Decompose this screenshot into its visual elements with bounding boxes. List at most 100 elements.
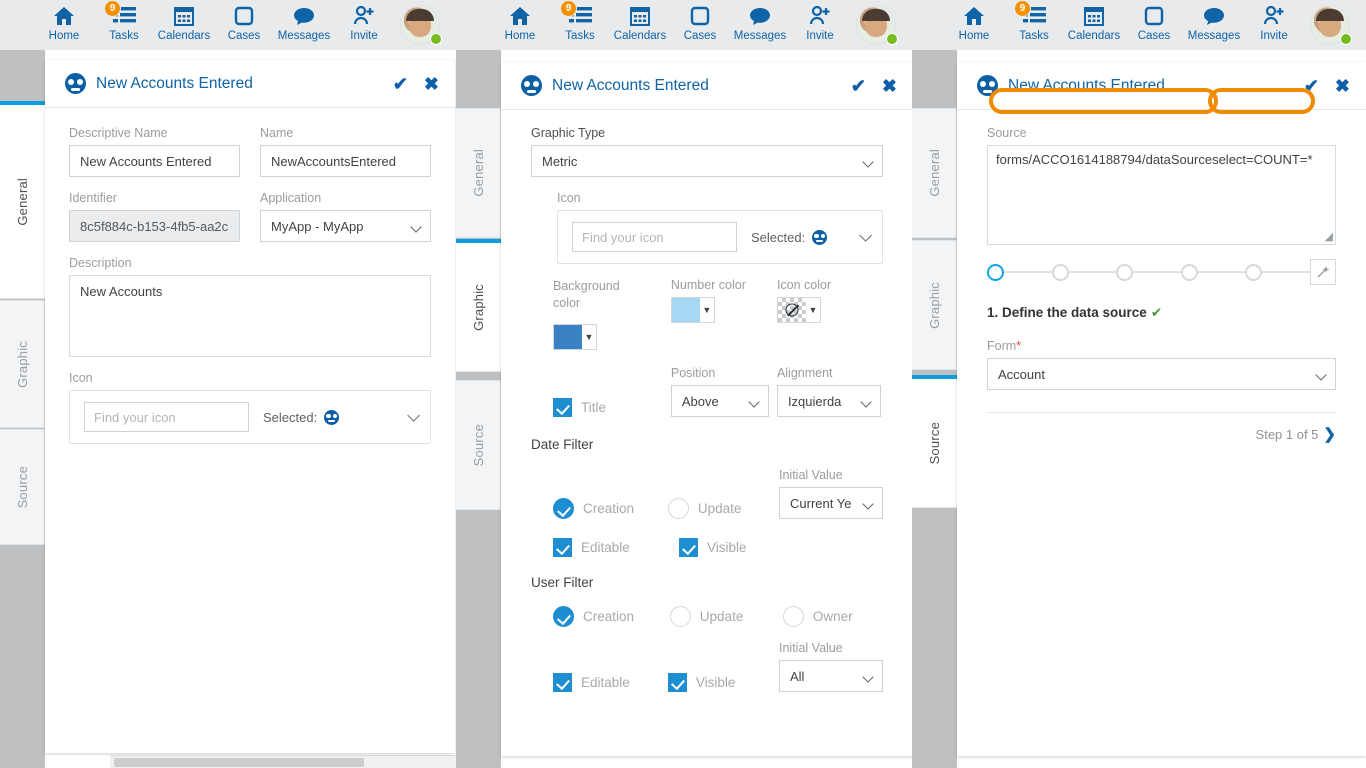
avatar[interactable] bbox=[394, 0, 446, 50]
nav-item-calendars[interactable]: Calendars bbox=[154, 0, 214, 50]
field-label: Descriptive Name bbox=[69, 126, 168, 140]
nav-item-calendars[interactable]: Calendars bbox=[610, 0, 670, 50]
user-initial-value-select[interactable]: All bbox=[779, 660, 883, 692]
tab-source[interactable]: Source bbox=[0, 429, 45, 545]
icon-search-input[interactable]: Find your icon bbox=[572, 222, 737, 252]
alignment-select[interactable]: Izquierda bbox=[776, 385, 881, 417]
tab-general[interactable]: General bbox=[456, 108, 501, 238]
nav-item-messages[interactable]: Messages bbox=[1184, 0, 1244, 50]
source-text-part-2: select=COUNT=* bbox=[1212, 152, 1313, 167]
close-button[interactable]: ✖ bbox=[882, 77, 897, 95]
field-name: Name NewAccountsEntered bbox=[260, 126, 431, 177]
step-dot-2[interactable] bbox=[1051, 263, 1069, 281]
tab-graphic[interactable]: Graphic bbox=[912, 240, 957, 370]
resize-handle-icon[interactable]: ◢ bbox=[1325, 230, 1333, 243]
date-filter-update-radio[interactable]: Update bbox=[667, 498, 779, 519]
confirm-button[interactable]: ✔ bbox=[1304, 77, 1319, 95]
tasks-icon: 9 bbox=[1014, 0, 1048, 29]
user-filter-editable-checkbox[interactable]: Editable bbox=[553, 673, 668, 692]
descriptive-name-input[interactable]: New Accounts Entered bbox=[69, 145, 240, 177]
chevron-down-icon[interactable] bbox=[407, 408, 420, 422]
name-input[interactable]: NewAccountsEntered bbox=[260, 145, 431, 177]
nav-item-tasks[interactable]: 9 Tasks bbox=[94, 0, 154, 50]
avatar[interactable] bbox=[1304, 0, 1356, 50]
graphic-type-select[interactable]: Metric bbox=[531, 145, 883, 177]
nav-item-invite[interactable]: Invite bbox=[790, 0, 850, 50]
step-dot-3[interactable] bbox=[1116, 263, 1134, 281]
dialog-body: Source forms/ACCO1614188794/dataSourcese… bbox=[957, 110, 1366, 443]
tab-graphic[interactable]: Graphic bbox=[0, 300, 45, 428]
tab-general[interactable]: General bbox=[0, 101, 45, 299]
field-description: Description New Accounts bbox=[69, 256, 431, 357]
step-dot-4[interactable] bbox=[1180, 263, 1198, 281]
form-select[interactable]: Account bbox=[987, 358, 1336, 390]
nav-item-messages[interactable]: Messages bbox=[274, 0, 334, 50]
nav-item-tasks[interactable]: 9 Tasks bbox=[550, 0, 610, 50]
title-checkbox[interactable]: Title bbox=[553, 398, 671, 417]
confirm-button[interactable]: ✔ bbox=[393, 75, 408, 93]
close-button[interactable]: ✖ bbox=[1335, 77, 1350, 95]
step-dot-1[interactable] bbox=[987, 263, 1004, 281]
user-filter-update-radio[interactable]: Update bbox=[669, 606, 783, 627]
nav-item-cases[interactable]: Cases bbox=[214, 0, 274, 50]
date-initial-value-select[interactable]: Current Ye bbox=[779, 487, 883, 519]
field-descriptive-name: Descriptive Name New Accounts Entered bbox=[69, 126, 240, 177]
date-filter-editable-checkbox[interactable]: Editable bbox=[553, 538, 679, 557]
magic-wand-icon[interactable] bbox=[1309, 259, 1336, 285]
field-date-initial-value: Initial Value Current Ye bbox=[779, 468, 883, 519]
icon-selected: Selected: bbox=[263, 409, 340, 425]
checkbox-label: Visible bbox=[695, 675, 736, 690]
chevron-down-icon[interactable] bbox=[859, 228, 872, 242]
field-label: Position bbox=[670, 366, 716, 380]
date-filter-visible-checkbox[interactable]: Visible bbox=[679, 538, 801, 557]
vertical-tab-rail-3: General Graphic Source bbox=[912, 50, 957, 768]
step-dot-5[interactable] bbox=[1245, 263, 1263, 281]
confirm-button[interactable]: ✔ bbox=[851, 77, 866, 95]
nav-item-calendars[interactable]: Calendars bbox=[1064, 0, 1124, 50]
user-filter-creation-radio[interactable]: Creation bbox=[553, 606, 670, 627]
nav-item-tasks[interactable]: 9 Tasks bbox=[1004, 0, 1064, 50]
cases-icon bbox=[689, 3, 711, 29]
tab-source[interactable]: Source bbox=[912, 375, 957, 508]
close-button[interactable]: ✖ bbox=[424, 75, 439, 93]
description-textarea[interactable]: New Accounts bbox=[69, 275, 431, 357]
nav-item-invite[interactable]: Invite bbox=[1244, 0, 1304, 50]
tab-general[interactable]: General bbox=[912, 108, 957, 238]
field-label: Application bbox=[260, 191, 322, 205]
nav-item-home[interactable]: Home bbox=[490, 0, 550, 50]
step-footer: Step 1 of 5 ❯ bbox=[987, 412, 1336, 443]
tab-label: Graphic bbox=[471, 283, 486, 331]
home-icon bbox=[962, 3, 986, 29]
nav-item-invite[interactable]: Invite bbox=[334, 0, 394, 50]
nav-item-cases[interactable]: Cases bbox=[1124, 0, 1184, 50]
icon-search-input[interactable]: Find your icon bbox=[84, 402, 249, 432]
position-select[interactable]: Above bbox=[670, 385, 769, 417]
next-step-arrow-icon[interactable]: ❯ bbox=[1323, 426, 1336, 443]
nav-item-messages[interactable]: Messages bbox=[730, 0, 790, 50]
dialog-title: New Accounts Entered bbox=[552, 76, 709, 94]
icon-color-swatch[interactable]: ▼ bbox=[776, 297, 821, 323]
source-textarea[interactable]: forms/ACCO1614188794/dataSourceselect=CO… bbox=[987, 145, 1336, 245]
background-color-swatch[interactable]: ▼ bbox=[553, 324, 597, 350]
online-status-dot bbox=[430, 33, 442, 45]
nav-item-home[interactable]: Home bbox=[944, 0, 1004, 50]
number-color-swatch[interactable]: ▼ bbox=[670, 297, 715, 323]
dialog-header: New Accounts Entered ✔ ✖ bbox=[501, 62, 912, 110]
tab-graphic[interactable]: Graphic bbox=[456, 239, 501, 372]
tab-source[interactable]: Source bbox=[456, 380, 501, 510]
date-filter-creation-radio[interactable]: Creation bbox=[553, 498, 668, 519]
avatar[interactable] bbox=[850, 0, 902, 50]
nav-item-home[interactable]: Home bbox=[34, 0, 94, 50]
icon-picker[interactable]: Find your icon Selected: bbox=[557, 210, 883, 264]
user-filter-visible-checkbox[interactable]: Visible bbox=[667, 673, 779, 692]
gauge-icon bbox=[977, 75, 998, 96]
user-filter-owner-radio[interactable]: Owner bbox=[782, 606, 883, 627]
application-select[interactable]: MyApp - MyApp bbox=[260, 210, 431, 242]
nav-label: Home bbox=[48, 30, 80, 42]
field-form: Form* Account bbox=[987, 339, 1336, 390]
nav-item-cases[interactable]: Cases bbox=[670, 0, 730, 50]
app-screenshot: Home 9 Tasks Calendars Cases Messages In… bbox=[0, 0, 1366, 768]
horizontal-scrollbar-1[interactable] bbox=[110, 755, 456, 768]
field-application: Application MyApp - MyApp bbox=[260, 191, 431, 242]
icon-picker[interactable]: Find your icon Selected: bbox=[69, 390, 431, 444]
